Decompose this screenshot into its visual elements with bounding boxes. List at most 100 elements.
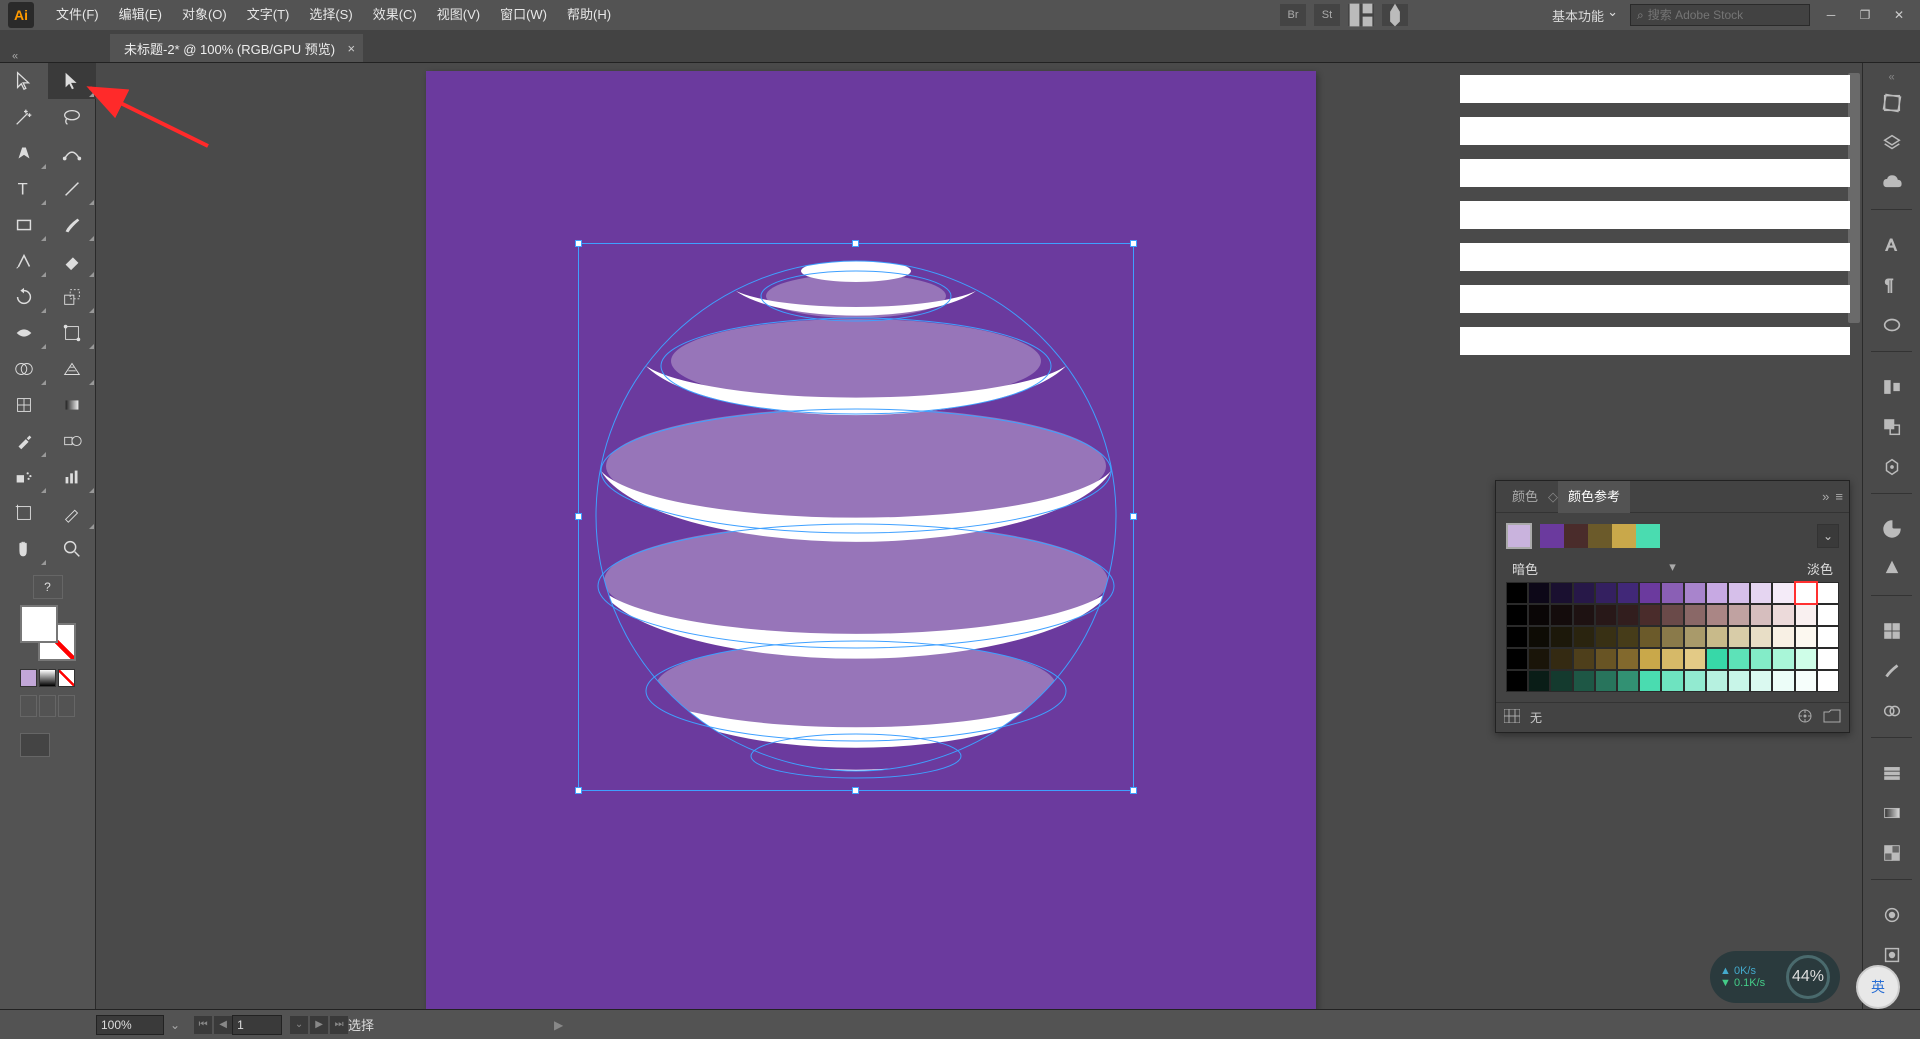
graph-tool[interactable] [48,459,96,495]
stock-search[interactable]: ⌕ [1630,4,1810,26]
shade-swatch[interactable] [1595,670,1617,692]
shade-swatch[interactable] [1706,648,1728,670]
shade-swatch[interactable] [1772,670,1794,692]
color-guide-tab[interactable]: 颜色参考 [1558,481,1630,513]
screen-mode-button[interactable] [20,733,50,757]
shade-swatch[interactable] [1728,582,1750,604]
shade-swatch[interactable] [1550,604,1572,626]
shade-swatch[interactable] [1706,582,1728,604]
shade-swatch[interactable] [1728,670,1750,692]
shade-swatch[interactable] [1684,648,1706,670]
shade-swatch[interactable] [1661,626,1683,648]
shade-swatch[interactable] [1528,626,1550,648]
shade-swatch[interactable] [1684,604,1706,626]
base-color-swatch[interactable] [1506,523,1532,549]
edit-colors-icon[interactable] [1797,708,1813,727]
shape-builder-tool[interactable] [0,351,48,387]
bridge-button[interactable]: Br [1280,4,1306,26]
shade-swatch[interactable] [1750,626,1772,648]
eyedropper-tool[interactable] [0,423,48,459]
shade-swatch[interactable] [1506,626,1528,648]
close-tab-button[interactable]: × [348,41,356,56]
shade-swatch[interactable] [1639,582,1661,604]
fill-swatch[interactable] [20,605,58,643]
symbols-panel-icon[interactable] [1863,691,1920,731]
eraser-tool[interactable] [48,243,96,279]
shade-swatch[interactable] [1528,582,1550,604]
shade-swatch[interactable] [1661,604,1683,626]
shade-swatch[interactable] [1639,648,1661,670]
shade-swatch[interactable] [1573,582,1595,604]
harmony-swatch-0[interactable] [1540,524,1564,548]
shade-swatch[interactable] [1506,604,1528,626]
free-transform-tool[interactable] [48,315,96,351]
shade-swatch[interactable] [1728,604,1750,626]
shade-swatch[interactable] [1684,626,1706,648]
shade-swatch[interactable] [1750,648,1772,670]
scale-tool[interactable] [48,279,96,315]
status-play-icon[interactable]: ▶ [554,1018,563,1032]
restore-button[interactable]: ❐ [1852,5,1878,25]
shade-swatch[interactable] [1617,626,1639,648]
color-guide-panel-icon[interactable] [1863,549,1920,589]
minimize-button[interactable]: ─ [1818,5,1844,25]
pen-tool[interactable] [0,135,48,171]
shade-swatch[interactable] [1573,670,1595,692]
panel-expand-icon[interactable]: » [1822,489,1829,504]
shade-swatch[interactable] [1550,648,1572,670]
shade-swatch[interactable] [1550,582,1572,604]
shade-swatch[interactable] [1684,582,1706,604]
menu-type[interactable]: 文字(T) [237,0,300,30]
gradient-panel-icon[interactable] [1863,793,1920,833]
shade-swatch[interactable] [1550,670,1572,692]
perspective-tool[interactable] [48,351,96,387]
shade-swatch[interactable] [1573,626,1595,648]
shade-swatch[interactable] [1817,648,1839,670]
menu-edit[interactable]: 编辑(E) [109,0,172,30]
zoom-dropdown[interactable]: ⌄ [164,1018,186,1032]
shade-dropdown[interactable]: ▾ [1669,559,1676,575]
draw-inside[interactable] [58,695,75,717]
shade-swatch[interactable] [1595,648,1617,670]
harmony-dropdown[interactable]: ⌄ [1817,524,1839,548]
shade-swatch[interactable] [1528,604,1550,626]
menu-select[interactable]: 选择(S) [299,0,362,30]
selection-tool[interactable] [0,63,48,99]
blend-tool[interactable] [48,423,96,459]
shade-swatch[interactable] [1772,582,1794,604]
shade-swatch[interactable] [1550,626,1572,648]
transform-panel-icon[interactable] [1863,447,1920,487]
shade-swatch[interactable] [1795,626,1817,648]
close-window-button[interactable]: ✕ [1886,5,1912,25]
layers-panel-icon[interactable] [1863,123,1920,163]
shade-swatch[interactable] [1506,670,1528,692]
rotate-tool[interactable] [0,279,48,315]
none-mode[interactable] [58,669,75,687]
shade-swatch[interactable] [1728,626,1750,648]
shade-swatch[interactable] [1772,626,1794,648]
paintbrush-tool[interactable] [48,207,96,243]
shade-swatch[interactable] [1750,604,1772,626]
toggle-fill-stroke[interactable]: ? [33,575,63,599]
shade-swatch[interactable] [1506,582,1528,604]
last-artboard-button[interactable]: ⏭ [330,1016,348,1034]
first-artboard-button[interactable]: ⏮ [194,1016,212,1034]
right-expand-icon[interactable]: » [1863,71,1920,83]
shade-swatch[interactable] [1595,604,1617,626]
paragraph-panel-icon[interactable]: ¶ [1863,265,1920,305]
shade-swatch[interactable] [1661,582,1683,604]
stock-button[interactable]: St [1314,4,1340,26]
hand-tool[interactable] [0,531,48,567]
shade-swatch[interactable] [1684,670,1706,692]
color-tab[interactable]: 颜色 [1502,481,1548,513]
shade-swatch[interactable] [1617,604,1639,626]
ime-indicator[interactable]: 英 [1856,965,1900,1009]
pathfinder-panel-icon[interactable] [1863,407,1920,447]
shade-swatch[interactable] [1795,582,1817,604]
shade-swatch[interactable] [1772,604,1794,626]
appearance-panel-icon[interactable] [1863,895,1920,935]
menu-object[interactable]: 对象(O) [172,0,237,30]
width-tool[interactable] [0,315,48,351]
harmony-swatch-1[interactable] [1564,524,1588,548]
shade-swatch[interactable] [1706,626,1728,648]
